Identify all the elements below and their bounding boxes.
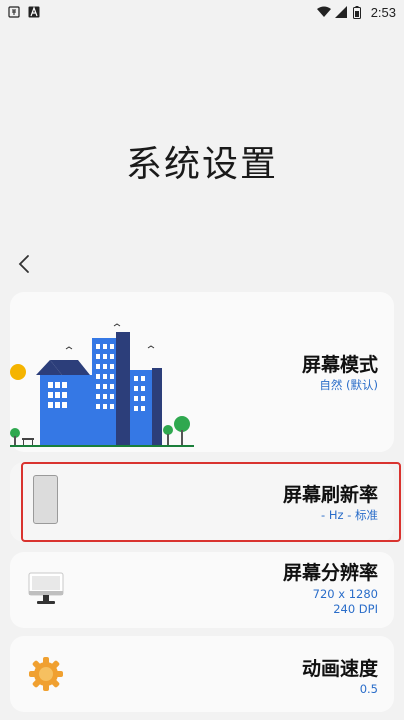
status-bar: 2:53 xyxy=(0,0,404,24)
screen-mode-value: 自然 (默认) xyxy=(319,378,378,392)
a-icon xyxy=(28,6,40,18)
page-title: 系统设置 xyxy=(125,144,278,185)
refresh-rate-title: 屏幕刷新率 xyxy=(282,484,378,506)
resolution-dpi: 240 DPI xyxy=(333,602,378,616)
animation-title: 动画速度 xyxy=(301,658,378,680)
resolution-card[interactable]: 屏幕分辨率 720 x 1280 240 DPI xyxy=(10,552,394,628)
chevron-left-icon xyxy=(18,255,29,273)
resolution-size: 720 x 1280 xyxy=(312,587,378,601)
sim-icon xyxy=(8,6,20,18)
gear-icon xyxy=(29,657,63,691)
battery-icon xyxy=(352,6,365,19)
back-button[interactable] xyxy=(12,252,36,276)
resolution-title: 屏幕分辨率 xyxy=(282,562,378,584)
phone-icon xyxy=(33,475,58,524)
screen-mode-title: 屏幕模式 xyxy=(301,354,378,376)
city-illustration-icon xyxy=(10,323,194,447)
animation-value: 0.5 xyxy=(359,682,378,696)
monitor-icon xyxy=(28,572,64,604)
signal-icon xyxy=(334,6,347,18)
wifi-icon xyxy=(316,6,331,18)
status-time: 2:53 xyxy=(370,4,396,20)
screen-mode-card[interactable]: 屏幕模式 自然 (默认) xyxy=(10,292,394,452)
animation-card[interactable]: 动画速度 0.5 xyxy=(10,636,394,712)
refresh-rate-card[interactable]: 屏幕刷新率 - Hz - 标准 xyxy=(10,462,394,542)
refresh-rate-value: - Hz - 标准 xyxy=(321,508,378,522)
